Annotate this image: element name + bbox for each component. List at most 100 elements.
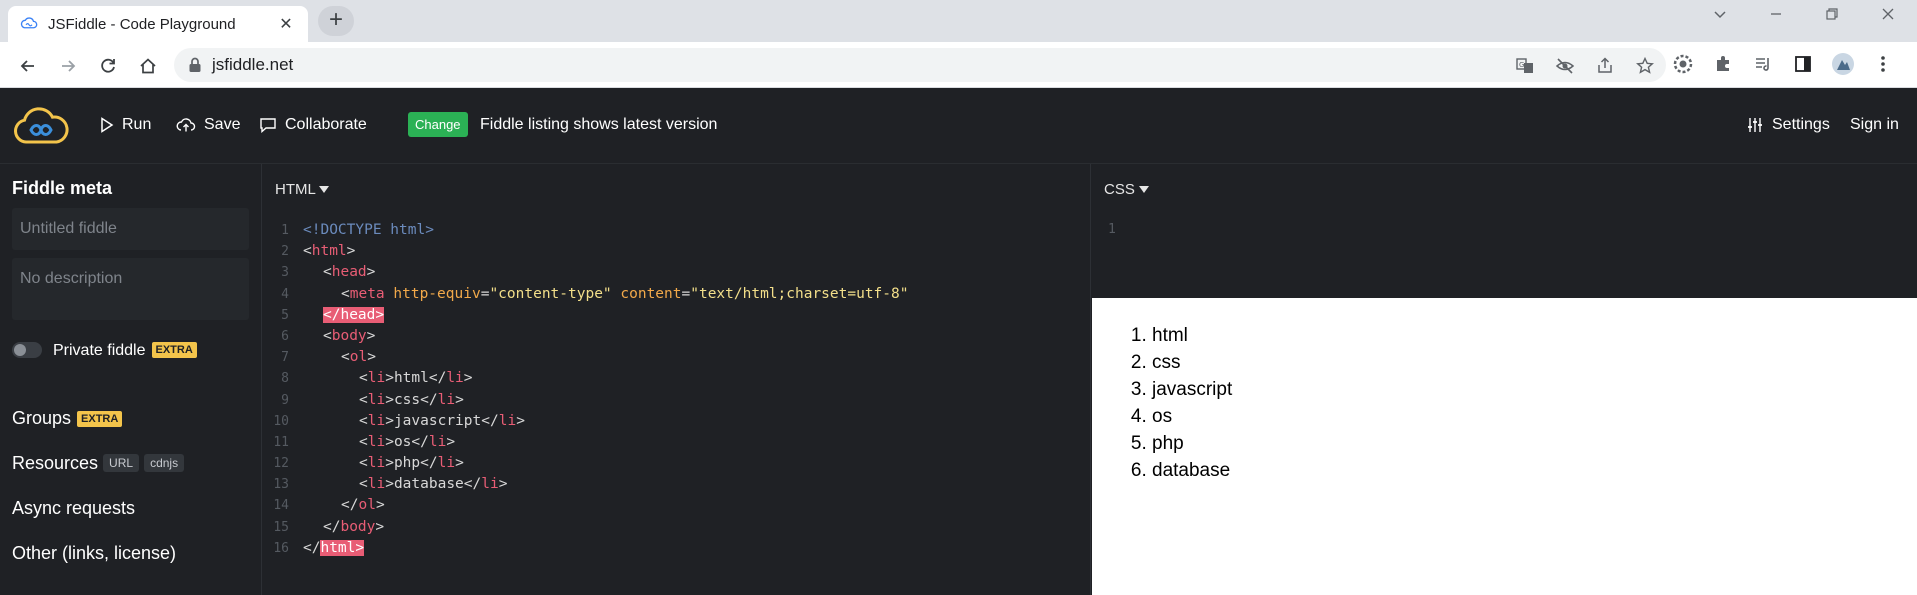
settings-button[interactable]: Settings [1746,116,1830,134]
bracket-token: > [463,370,473,387]
list-item: css [1152,349,1232,376]
bracket-token: </ [481,412,499,429]
bracket-token: < [341,349,350,366]
back-arrow-icon[interactable] [14,52,42,80]
jsfiddle-favicon-icon [20,17,38,29]
tab-search-icon[interactable] [1700,6,1740,27]
bracket-token: < [323,264,332,281]
browser-menu-icon[interactable] [1870,51,1896,77]
settings-label: Settings [1772,116,1830,133]
save-button[interactable]: Save [176,116,240,134]
forward-arrow-icon[interactable] [54,52,82,80]
error-token: </head> [323,306,385,323]
other-links-section[interactable]: Other (links, license) [12,543,176,564]
browser-tab-strip: JSFiddle - Code Playground ✕ + [0,0,1917,42]
line-number: 12 [273,456,289,472]
line-number: 1 [281,223,289,238]
line-number: 11 [273,434,289,450]
tag-token: li [437,455,456,472]
tag-token: ol [349,349,368,366]
string-token: "text/html;charset=utf-8" [690,285,909,302]
run-label: Run [122,116,152,133]
code-line: 13 <li>database</li> [263,474,1091,495]
translate-icon[interactable]: G [1512,53,1538,79]
extra-badge: EXTRA [151,342,197,358]
tag-token: li [367,433,386,450]
tag-token: li [428,433,447,450]
bookmark-star-icon[interactable] [1632,53,1658,79]
text-token: html [393,370,429,387]
address-bar[interactable]: jsfiddle.net G [174,48,1666,82]
private-fiddle-label: Private fiddle EXTRA [53,342,197,360]
line-number: 1 [1108,222,1116,237]
url-text: jsfiddle.net [212,55,294,74]
bracket-token: > [385,455,394,472]
line-number: 15 [273,519,289,535]
async-requests-section[interactable]: Async requests [12,498,135,519]
collaborate-label: Collaborate [285,116,367,133]
text-token: php [393,455,421,472]
tag-token: li [437,391,456,408]
jsfiddle-logo-icon[interactable] [12,104,70,146]
save-label: Save [204,116,241,133]
fiddle-description-input[interactable]: No description [12,258,249,320]
error-token: html> [320,539,365,556]
close-tab-icon[interactable]: ✕ [276,14,296,34]
resources-section[interactable]: Resources URL cdnjs [12,453,185,474]
side-panel-icon[interactable] [1790,51,1816,77]
tag-token: li [446,370,464,387]
tag-token: body [340,518,376,535]
bracket-token: > [498,476,508,493]
fiddle-title-input[interactable]: Untitled fiddle [12,208,249,250]
sidebar-title: Fiddle meta [12,178,113,198]
bracket-token: > [375,518,385,535]
extensions-puzzle-icon[interactable] [1710,51,1736,77]
css-panel-title: CSS [1104,181,1135,198]
html-code-editor[interactable]: 1 <!DOCTYPE html> 2 <html> 3 <head> 4 <meta … [263,220,1091,559]
new-tab-button[interactable]: + [318,6,354,36]
sign-in-link[interactable]: Sign in [1850,116,1899,134]
extension-gear-icon[interactable] [1670,51,1696,77]
tag-token: meta [349,285,385,302]
caret-down-icon [1139,186,1150,193]
restore-icon[interactable] [1812,6,1852,27]
share-icon[interactable] [1592,53,1618,79]
change-badge-button[interactable]: Change [408,112,468,137]
bracket-token: </ [420,455,438,472]
css-editor-panel[interactable]: CSS 1 [1092,164,1917,298]
css-panel-tab[interactable]: CSS [1104,181,1150,198]
minimize-icon[interactable] [1756,6,1796,27]
tag-token: body [331,327,367,344]
bracket-token: </ [323,518,341,535]
bracket-token: > [375,497,385,514]
browser-tab[interactable]: JSFiddle - Code Playground ✕ [8,6,308,42]
run-button[interactable]: Run [100,116,151,134]
html-panel-tab[interactable]: HTML [275,181,330,198]
reload-icon[interactable] [94,52,122,80]
code-line: 9 <li>css</li> [263,390,1091,411]
collaborate-button[interactable]: Collaborate [259,116,367,134]
line-number: 2 [281,244,289,260]
toggle-knob [14,344,26,356]
list-item: database [1152,457,1232,484]
profile-avatar-icon[interactable] [1830,51,1856,77]
bracket-token: > [385,476,394,493]
home-icon[interactable] [134,52,162,80]
close-window-icon[interactable] [1868,6,1908,27]
resource-url-chip[interactable]: URL [103,454,140,472]
eye-off-icon[interactable] [1552,53,1578,79]
chat-bubble-icon [260,118,276,133]
groups-section[interactable]: Groups EXTRA [12,408,123,429]
equals-token: = [681,285,691,302]
jsfiddle-header: Run Save Collaborate Change Fiddle listi… [0,88,1917,164]
tag-token: ol [358,497,376,514]
result-list: html css javascript os php database [1152,322,1232,484]
line-number: 7 [281,350,289,366]
reading-list-icon[interactable] [1750,51,1776,77]
private-fiddle-toggle[interactable] [12,342,42,358]
text-token: css [393,391,421,408]
line-number: 5 [281,307,289,323]
text-token: database [393,476,464,493]
bracket-token: </ [463,476,482,493]
resource-cdnjs-chip[interactable]: cdnjs [144,454,185,472]
